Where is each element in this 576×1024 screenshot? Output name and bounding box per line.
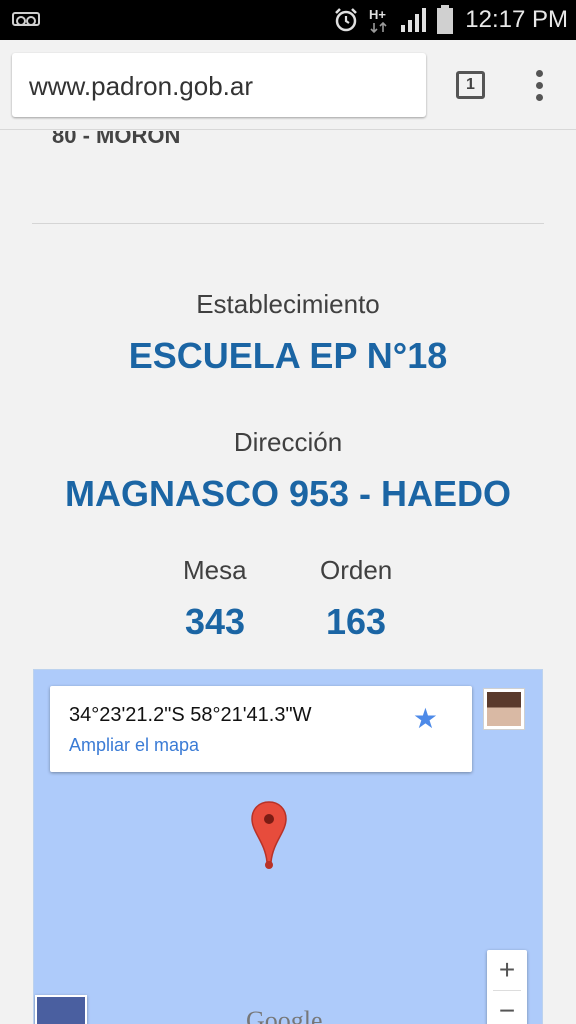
direccion-label: Dirección xyxy=(233,427,343,457)
overflow-menu-button[interactable] xyxy=(530,70,550,102)
tab-switcher-button[interactable]: 1 xyxy=(456,71,485,99)
network-type-icon: H+ xyxy=(369,7,387,34)
direccion-value: MAGNASCO 953 - HAEDO xyxy=(64,473,512,514)
location-pin-icon[interactable] xyxy=(250,800,288,870)
mesa-label: Mesa xyxy=(183,555,247,585)
divider xyxy=(32,223,544,224)
orden-label: Orden xyxy=(320,555,393,585)
google-watermark: Google xyxy=(246,1006,323,1024)
orden-value: 163 xyxy=(326,601,387,642)
browser-toolbar: www.padron.gob.ar 1 xyxy=(0,40,576,130)
map-info-card: 34°23'21.2"S 58°21'41.3"W Ampliar el map… xyxy=(50,686,472,772)
menu-dot-icon xyxy=(536,70,543,77)
status-icons: H+ xyxy=(332,5,454,34)
menu-dot-icon xyxy=(536,82,543,89)
url-bar[interactable]: www.padron.gob.ar xyxy=(12,53,426,117)
establecimiento-value: ESCUELA EP N°18 xyxy=(128,335,448,376)
embedded-map[interactable]: 34°23'21.2"S 58°21'41.3"W Ampliar el map… xyxy=(33,669,543,1024)
alarm-icon xyxy=(335,8,357,32)
save-star-icon[interactable]: ★ xyxy=(413,702,438,735)
page-content: 80 - MORON Establecimiento ESCUELA EP N°… xyxy=(0,131,576,1024)
zoom-in-button[interactable]: + xyxy=(487,950,527,990)
network-type-label: H+ xyxy=(369,7,386,22)
voicemail-icon xyxy=(12,12,40,26)
map-type-thumbnail[interactable] xyxy=(35,995,87,1024)
clock: 12:17 PM xyxy=(465,6,568,33)
avatar-image xyxy=(487,692,521,726)
zoom-controls: + − xyxy=(487,950,527,1024)
menu-dot-icon xyxy=(536,94,543,101)
user-avatar[interactable] xyxy=(483,688,525,730)
establecimiento-label: Establecimiento xyxy=(196,289,380,319)
battery-icon xyxy=(437,5,453,34)
signal-icon xyxy=(401,8,426,32)
url-text[interactable]: www.padron.gob.ar xyxy=(29,71,253,102)
coordinates-text: 34°23'21.2"S 58°21'41.3"W xyxy=(69,704,312,726)
enlarge-map-link[interactable]: Ampliar el mapa xyxy=(69,735,199,756)
zoom-out-button[interactable]: − xyxy=(487,991,527,1024)
district-heading: 80 - MORON xyxy=(52,131,181,148)
mesa-value: 343 xyxy=(185,601,246,642)
status-bar: H+ 12:17 PM xyxy=(0,0,576,40)
